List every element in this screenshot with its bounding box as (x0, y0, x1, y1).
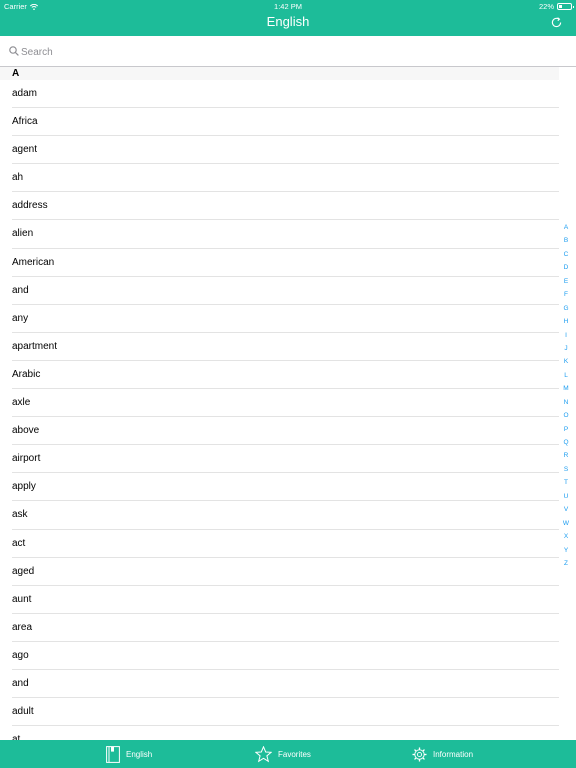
index-letter[interactable]: K (561, 355, 571, 368)
list-item[interactable]: American (12, 249, 559, 277)
index-letter[interactable]: Y (561, 544, 571, 557)
index-letter[interactable]: F (561, 288, 571, 301)
index-letter[interactable]: H (561, 315, 571, 328)
search-bar (0, 36, 576, 67)
list-item[interactable]: agent (12, 136, 559, 165)
battery-percent: 22% (538, 2, 554, 11)
battery-group: 22% (538, 2, 574, 11)
list-item[interactable]: at (12, 726, 559, 740)
list-item[interactable]: ask (12, 501, 559, 530)
index-letter[interactable]: B (561, 234, 571, 247)
alphabet-index[interactable]: ABCDEFGHIJKLMNOPQRSTUVWXYZ (561, 221, 571, 570)
index-letter[interactable]: X (561, 530, 571, 543)
tab-label: Information (433, 750, 474, 759)
list-item[interactable]: Arabic (12, 361, 559, 390)
list-item[interactable]: adult (12, 698, 559, 727)
status-bar: Carrier 1:42 PM 22% (0, 0, 576, 12)
index-letter[interactable]: V (561, 503, 571, 516)
list-item[interactable]: ah (12, 164, 559, 193)
index-letter[interactable]: P (561, 423, 571, 436)
list-item[interactable]: above (12, 417, 559, 446)
index-letter[interactable]: Q (561, 436, 571, 449)
index-letter[interactable]: G (561, 302, 571, 315)
star-icon (255, 746, 272, 763)
list-item[interactable]: aged (12, 558, 559, 586)
refresh-icon[interactable] (551, 17, 562, 28)
gear-icon (412, 747, 427, 762)
index-letter[interactable]: O (561, 409, 571, 422)
list-item[interactable]: axle (12, 389, 559, 418)
list-item[interactable]: act (12, 530, 559, 558)
list-item[interactable]: alien (12, 220, 559, 249)
navigation-bar: Carrier 1:42 PM 22% English (0, 0, 576, 36)
index-letter[interactable]: N (561, 396, 571, 409)
index-letter[interactable]: L (561, 369, 571, 382)
index-letter[interactable]: J (561, 342, 571, 355)
list-item[interactable]: apply (12, 473, 559, 502)
list-item[interactable]: area (12, 614, 559, 642)
index-letter[interactable]: E (561, 275, 571, 288)
search-icon (9, 46, 19, 56)
tab-label: Favorites (278, 750, 311, 759)
index-letter[interactable]: A (561, 221, 571, 234)
tab-label: English (126, 750, 153, 759)
list-item[interactable]: and (12, 670, 559, 699)
index-letter[interactable]: U (561, 490, 571, 503)
index-letter[interactable]: T (561, 476, 571, 489)
list-item[interactable]: Africa (12, 108, 559, 137)
index-letter[interactable]: R (561, 449, 571, 462)
list-item[interactable]: address (12, 192, 559, 221)
status-time: 1:42 PM (274, 2, 302, 11)
book-icon (106, 746, 120, 763)
tab-english[interactable]: English (106, 745, 152, 764)
search-input[interactable] (21, 44, 541, 60)
list-item[interactable]: any (12, 305, 559, 333)
index-letter[interactable]: D (561, 261, 571, 274)
index-letter[interactable]: S (561, 463, 571, 476)
index-letter[interactable]: Z (561, 557, 571, 570)
section-header: A (0, 67, 559, 80)
tab-information[interactable]: Information (412, 745, 473, 764)
list-item[interactable]: aunt (12, 586, 559, 614)
index-letter[interactable]: I (561, 329, 571, 342)
index-letter[interactable]: M (561, 382, 571, 395)
list-item[interactable]: ago (12, 642, 559, 670)
list-item[interactable]: apartment (12, 333, 559, 361)
word-rows: adam Africa agent ah address alien American and… (0, 80, 559, 740)
list-item[interactable]: airport (12, 445, 559, 474)
tab-bar: English Favorites Information (0, 740, 576, 768)
tab-favorites[interactable]: Favorites (255, 745, 311, 764)
list-item[interactable]: and (12, 277, 559, 305)
page-title: English (266, 14, 310, 29)
word-list: A adam Africa agent ah address alien American a… (0, 67, 559, 740)
index-letter[interactable]: W (561, 517, 571, 530)
battery-icon (557, 3, 574, 10)
list-item[interactable]: adam (12, 80, 559, 109)
index-letter[interactable]: C (561, 248, 571, 261)
